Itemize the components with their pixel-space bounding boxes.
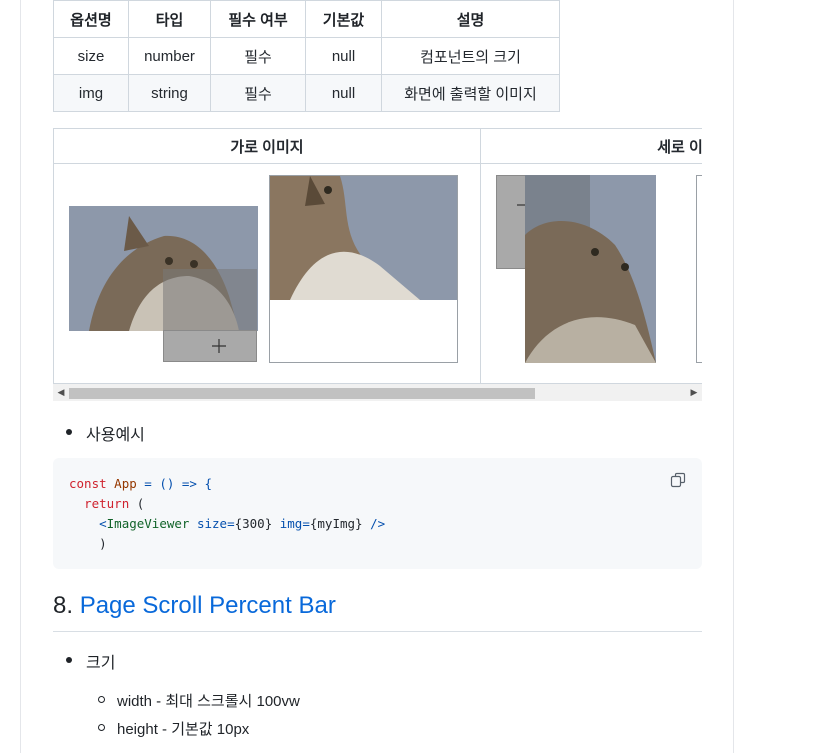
cell: null — [305, 37, 382, 75]
code-attr: img= — [272, 516, 310, 531]
component-tag: ImageViewer — [106, 516, 190, 531]
bullet-circle — [98, 724, 105, 731]
cell: 화면에 출력할 이미지 — [381, 74, 560, 112]
horizontal-image-cell — [53, 164, 481, 384]
sub-list-item: width - 최대 스크롤시 100vw — [98, 690, 300, 711]
keyword: const — [69, 476, 107, 491]
options-table: 옵션명 타입 필수 여부 기본값 설명 size number 필수 null … — [53, 0, 560, 112]
code-line-2: return ( — [69, 496, 144, 511]
cell: number — [128, 37, 211, 75]
code-text: ) — [99, 536, 107, 551]
size-label: 크기 — [86, 655, 116, 672]
header-horizontal-image: 가로 이미지 — [53, 128, 481, 164]
table-row: img string 필수 null 화면에 출력할 이미지 — [53, 74, 560, 112]
vertical-image-cell — [480, 164, 702, 384]
cell: 필수 — [210, 74, 306, 112]
section-number: 8. — [53, 592, 74, 619]
code-line-1: const App = () => { — [69, 476, 212, 491]
image-examples-table[interactable]: 가로 이미지 세로 이 ◀ ▶ — [53, 128, 702, 401]
zoom-lens-overlay — [163, 269, 257, 330]
header-type: 타입 — [128, 0, 211, 38]
list-item: 사용예시 — [66, 421, 145, 445]
plus-icon[interactable] — [211, 338, 227, 354]
header-default: 기본값 — [305, 0, 382, 38]
height-description: height - 기본값 10px — [117, 721, 250, 738]
width-description: width - 최대 스크롤시 100vw — [117, 693, 300, 710]
header-description: 설명 — [381, 0, 560, 38]
code-text: ( — [129, 496, 145, 511]
code-text: = () => { — [136, 476, 213, 491]
code-value: {myImg} — [309, 516, 363, 531]
table-header-row: 옵션명 타입 필수 여부 기본값 설명 — [53, 0, 560, 38]
cell: 필수 — [210, 37, 306, 75]
scroll-left-icon[interactable]: ◀ — [55, 386, 67, 399]
cell: img — [53, 74, 129, 112]
code-line-3: <ImageViewer size={300} img={myImg} /> — [69, 516, 385, 531]
function-name: App — [114, 476, 137, 491]
code-text: < — [99, 516, 107, 531]
code-text: /> — [362, 516, 386, 531]
keyword: return — [84, 496, 130, 511]
horizontal-scrollbar[interactable]: ◀ ▶ — [53, 384, 702, 401]
copy-icon[interactable] — [670, 472, 686, 488]
scroll-right-icon[interactable]: ▶ — [688, 386, 700, 399]
code-block: const App = () => { return ( <ImageViewe… — [53, 458, 702, 569]
left-page-border — [20, 0, 21, 753]
scrollbar-thumb[interactable] — [69, 388, 535, 399]
list-item: 크기 — [66, 649, 116, 673]
cell: null — [305, 74, 382, 112]
cell: 컴포넌트의 크기 — [381, 37, 560, 75]
header-required: 필수 여부 — [210, 0, 306, 38]
code-value: {300} — [234, 516, 273, 531]
cell: size — [53, 37, 129, 75]
cat-zoom-photo — [270, 176, 457, 300]
bullet-circle — [98, 696, 105, 703]
cat-vertical-photo — [525, 175, 656, 363]
cell: string — [128, 74, 211, 112]
bullet-dot — [66, 429, 72, 435]
section-heading: 8. Page Scroll Percent Bar — [53, 592, 702, 632]
table-row: size number 필수 null 컴포넌트의 크기 — [53, 37, 560, 75]
header-option-name: 옵션명 — [53, 0, 129, 38]
zoom-control-box[interactable] — [163, 330, 257, 362]
code-line-4: ) — [69, 536, 107, 551]
zoom-preview-frame-vertical — [696, 175, 702, 363]
right-page-border — [733, 0, 734, 753]
sub-list-item: height - 기본값 10px — [98, 718, 250, 739]
section-title-link[interactable]: Page Scroll Percent Bar — [80, 592, 336, 619]
bullet-dot — [66, 657, 72, 663]
header-vertical-image: 세로 이 — [480, 128, 702, 164]
usage-example-label: 사용예시 — [86, 427, 145, 444]
code-attr: size= — [189, 516, 235, 531]
